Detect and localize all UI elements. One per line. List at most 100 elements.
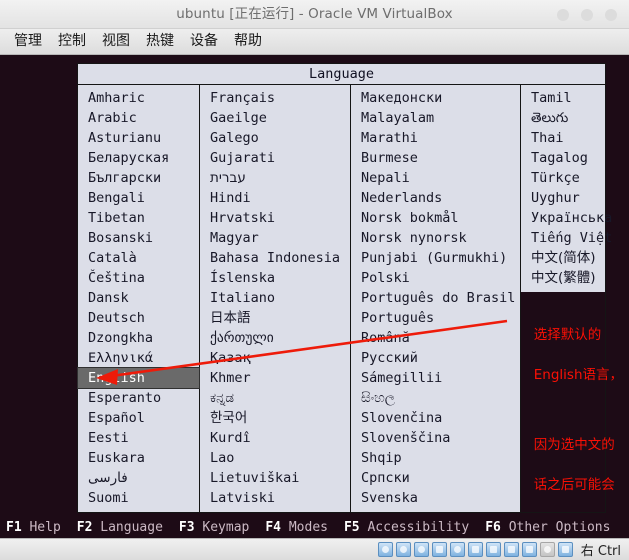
shared-folder-icon[interactable] bbox=[467, 542, 483, 557]
language-item[interactable]: Nederlands bbox=[351, 188, 520, 208]
fkey-help[interactable]: F1 Help bbox=[6, 520, 61, 535]
language-item[interactable]: Hindi bbox=[200, 188, 350, 208]
language-item[interactable]: 日本語 bbox=[200, 308, 350, 328]
language-item[interactable]: Hrvatski bbox=[200, 208, 350, 228]
language-item[interactable]: Македонски bbox=[351, 88, 520, 108]
mouse-icon[interactable] bbox=[539, 542, 555, 557]
language-item[interactable]: Nepali bbox=[351, 168, 520, 188]
language-item[interactable]: Galego bbox=[200, 128, 350, 148]
language-item[interactable]: Esperanto bbox=[78, 388, 199, 408]
language-item[interactable]: Gujarati bbox=[200, 148, 350, 168]
language-item[interactable]: Українська bbox=[521, 208, 612, 228]
language-item[interactable]: Português bbox=[351, 308, 520, 328]
language-item[interactable]: Polski bbox=[351, 268, 520, 288]
language-item[interactable]: ქართული bbox=[200, 328, 350, 348]
language-item[interactable]: Malayalam bbox=[351, 108, 520, 128]
menu-hotkey[interactable]: 热键 bbox=[138, 29, 182, 54]
fkey-other-options[interactable]: F6 Other Options bbox=[485, 520, 610, 535]
language-item[interactable]: తెలుగు bbox=[521, 108, 605, 128]
language-item[interactable]: Uyghur bbox=[521, 188, 605, 208]
language-item[interactable]: Deutsch bbox=[78, 308, 199, 328]
language-item[interactable]: Español bbox=[78, 408, 199, 428]
language-item[interactable]: Euskara bbox=[78, 448, 199, 468]
fkey-modes[interactable]: F4 Modes bbox=[265, 520, 328, 535]
language-item[interactable]: Svenska bbox=[351, 488, 520, 508]
language-item[interactable]: Norsk nynorsk bbox=[351, 228, 520, 248]
language-item[interactable]: Gaeilge bbox=[200, 108, 350, 128]
language-item[interactable]: Tamil bbox=[521, 88, 605, 108]
maximize-button[interactable] bbox=[581, 9, 593, 21]
language-item[interactable]: Română bbox=[351, 328, 520, 348]
language-item[interactable]: Burmese bbox=[351, 148, 520, 168]
language-item[interactable]: Eesti bbox=[78, 428, 199, 448]
language-item[interactable]: Português do Brasil bbox=[351, 288, 520, 308]
language-item[interactable]: Kurdî bbox=[200, 428, 350, 448]
language-item[interactable]: Arabic bbox=[78, 108, 199, 128]
language-item[interactable]: Latviski bbox=[200, 488, 350, 508]
menu-control[interactable]: 控制 bbox=[50, 29, 94, 54]
floppy-icon[interactable] bbox=[413, 542, 429, 557]
close-button[interactable] bbox=[605, 9, 617, 21]
language-item[interactable]: Marathi bbox=[351, 128, 520, 148]
language-item[interactable]: Lao bbox=[200, 448, 350, 468]
language-item[interactable]: Беларуская bbox=[78, 148, 199, 168]
language-item[interactable]: Dzongkha bbox=[78, 328, 199, 348]
menu-manage[interactable]: 管理 bbox=[6, 29, 50, 54]
language-item[interactable]: Čeština bbox=[78, 268, 199, 288]
video-capture-icon[interactable] bbox=[521, 542, 537, 557]
language-item[interactable]: Bosanski bbox=[78, 228, 199, 248]
language-item[interactable]: Қазақ bbox=[200, 348, 350, 368]
language-item[interactable]: Български bbox=[78, 168, 199, 188]
language-item[interactable]: Русский bbox=[351, 348, 520, 368]
usb-icon[interactable] bbox=[449, 542, 465, 557]
fkey-keymap[interactable]: F3 Keymap bbox=[179, 520, 249, 535]
language-item[interactable]: Català bbox=[78, 248, 199, 268]
language-item[interactable]: Lietuviškai bbox=[200, 468, 350, 488]
language-item[interactable]: Asturianu bbox=[78, 128, 199, 148]
language-item[interactable]: Amharic bbox=[78, 88, 199, 108]
language-item[interactable]: Shqip bbox=[351, 448, 520, 468]
language-item[interactable]: Suomi bbox=[78, 488, 199, 508]
language-item[interactable]: 中文(简体) bbox=[521, 248, 605, 268]
language-item[interactable]: فارسی bbox=[78, 468, 199, 488]
language-item[interactable]: Magyar bbox=[200, 228, 350, 248]
language-item[interactable]: Tagalog bbox=[521, 148, 605, 168]
language-item[interactable]: Slovenčina bbox=[351, 408, 520, 428]
remote-desktop-icon[interactable] bbox=[503, 542, 519, 557]
minimize-button[interactable] bbox=[557, 9, 569, 21]
language-item[interactable]: Tiếng Việt bbox=[521, 228, 612, 248]
menu-devices[interactable]: 设备 bbox=[182, 29, 226, 54]
language-item[interactable]: Français bbox=[200, 88, 350, 108]
language-item[interactable]: ಕನ್ನಡ bbox=[200, 388, 350, 408]
language-item[interactable]: Sámegillii bbox=[351, 368, 520, 388]
menu-view[interactable]: 视图 bbox=[94, 29, 138, 54]
language-item[interactable]: 中文(繁體) bbox=[521, 268, 605, 288]
language-item[interactable]: Dansk bbox=[78, 288, 199, 308]
language-item[interactable]: Српски bbox=[351, 468, 520, 488]
language-item[interactable]: Íslenska bbox=[200, 268, 350, 288]
language-item[interactable]: Punjabi (Gurmukhi) bbox=[351, 248, 520, 268]
fkey-language[interactable]: F2 Language bbox=[77, 520, 163, 535]
keyboard-icon[interactable] bbox=[557, 542, 573, 557]
language-item[interactable]: 한국어 bbox=[200, 408, 350, 428]
fkey-other-options-label: Other Options bbox=[508, 519, 611, 535]
display-icon[interactable] bbox=[485, 542, 501, 557]
language-item[interactable]: Tibetan bbox=[78, 208, 199, 228]
language-item[interactable]: Ελληνικά bbox=[78, 348, 199, 368]
language-item[interactable]: Khmer bbox=[200, 368, 350, 388]
optical-disk-icon[interactable] bbox=[395, 542, 411, 557]
language-item[interactable]: עברית bbox=[200, 168, 350, 188]
language-item[interactable]: Italiano bbox=[200, 288, 350, 308]
language-item[interactable]: Bengali bbox=[78, 188, 199, 208]
hard-disk-icon[interactable] bbox=[377, 542, 393, 557]
fkey-accessibility[interactable]: F5 Accessibility bbox=[344, 520, 469, 535]
language-item[interactable]: Norsk bokmål bbox=[351, 208, 520, 228]
menu-help[interactable]: 帮助 bbox=[226, 29, 270, 54]
language-item[interactable]: Bahasa Indonesia bbox=[200, 248, 350, 268]
language-item[interactable]: Slovenščina bbox=[351, 428, 520, 448]
language-item[interactable]: English bbox=[77, 367, 200, 389]
language-item[interactable]: Türkçe bbox=[521, 168, 605, 188]
language-item[interactable]: Thai bbox=[521, 128, 605, 148]
network-icon[interactable] bbox=[431, 542, 447, 557]
language-item[interactable]: සිංහල bbox=[351, 388, 520, 408]
